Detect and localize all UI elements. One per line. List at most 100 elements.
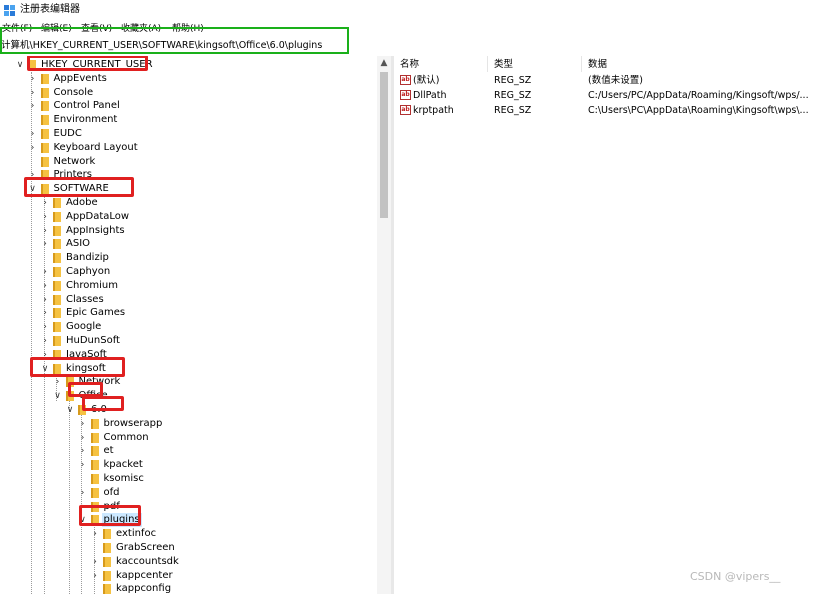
tree-scrollbar[interactable]: ▲ <box>377 56 391 594</box>
folder-icon <box>103 529 111 540</box>
folder-icon <box>53 253 61 264</box>
tree-item-label: AppInsights <box>66 224 125 236</box>
chevron-right-icon[interactable]: › <box>90 555 100 569</box>
tree-item-label: ASIO <box>66 238 91 250</box>
chevron-right-icon[interactable]: › <box>28 127 38 141</box>
tree-item-label: kaccountsdk <box>116 555 179 567</box>
string-value-icon: ab <box>400 90 411 100</box>
value-data: C:/Users/PC/AppData/Roaming/Kingsoft/wps… <box>588 90 809 101</box>
chevron-right-icon[interactable]: › <box>53 375 63 389</box>
chevron-right-icon[interactable]: › <box>40 224 50 238</box>
folder-icon <box>40 129 49 139</box>
folder-icon <box>40 101 49 112</box>
value-name: krptpath <box>413 105 454 116</box>
folder-icon <box>90 446 99 457</box>
tree-item-label: kappconfig <box>116 583 172 594</box>
chevron-right-icon[interactable]: › <box>90 527 100 541</box>
value-data: C:\Users\PC\AppData\Roaming\Kingsoft\wps… <box>588 105 809 116</box>
folder-icon <box>103 543 111 553</box>
red-highlight-box <box>68 382 103 397</box>
chevron-right-icon[interactable]: › <box>40 279 50 293</box>
string-value-icon: ab <box>400 105 411 115</box>
column-separator[interactable] <box>581 56 582 72</box>
tree-item-label: ofd <box>103 486 120 498</box>
folder-icon <box>53 308 61 319</box>
chevron-right-icon[interactable]: › <box>28 72 38 86</box>
chevron-down-icon[interactable]: ∨ <box>53 389 63 403</box>
title-bar: 注册表编辑器 <box>0 0 831 22</box>
folder-icon <box>53 239 61 250</box>
tree-item-label: et <box>103 445 114 457</box>
tree-item-label: Environment <box>53 114 118 126</box>
folder-icon <box>90 460 99 471</box>
column-separator[interactable] <box>487 56 488 72</box>
folder-icon <box>103 570 111 581</box>
tree-item-label: Common <box>103 431 149 443</box>
registry-key-tree[interactable]: ∨ HKEY_CURRENT_USER › AppEvents › Console › Con… <box>0 56 380 594</box>
tree-item-label: HuDunSoft <box>66 335 120 346</box>
chevron-right-icon[interactable]: › <box>40 196 50 210</box>
folder-icon <box>53 336 61 346</box>
chevron-right-icon[interactable]: › <box>40 334 50 348</box>
tree-item-label: Adobe <box>66 197 98 208</box>
value-row[interactable]: ab DllPath REG_SZ C:/Users/PC/AppData/Ro… <box>395 88 831 103</box>
red-highlight-box <box>27 56 148 71</box>
tree-item-label: Epic Games <box>66 307 126 319</box>
value-row[interactable]: ab (默认) REG_SZ (数值未设置) <box>395 73 831 88</box>
column-header-type[interactable]: 类型 <box>494 59 513 71</box>
column-header-name[interactable]: 名称 <box>400 59 419 71</box>
tree-item-label: Console <box>53 86 94 98</box>
value-name: (默认) <box>413 75 440 86</box>
folder-icon <box>40 115 49 126</box>
value-row[interactable]: ab krptpath REG_SZ C:\Users\PC\AppData\R… <box>395 103 831 118</box>
red-highlight-box <box>24 177 134 197</box>
tree-item-label: kpacket <box>103 459 143 471</box>
folder-icon <box>90 432 99 443</box>
chevron-right-icon[interactable]: › <box>78 486 88 500</box>
chevron-right-icon[interactable]: › <box>78 444 88 458</box>
scroll-up-arrow-icon[interactable]: ▲ <box>377 56 391 70</box>
tree-item-label: EUDC <box>53 128 82 139</box>
chevron-right-icon[interactable]: › <box>28 141 38 155</box>
folder-icon <box>40 142 49 153</box>
red-highlight-box <box>82 396 124 411</box>
chevron-down-icon[interactable]: ∨ <box>65 403 75 417</box>
folder-icon <box>53 322 61 333</box>
tree-item-label: Chromium <box>66 279 118 291</box>
folder-icon <box>53 280 61 291</box>
column-header-data[interactable]: 数据 <box>588 59 607 71</box>
chevron-right-icon[interactable]: › <box>28 99 38 113</box>
tree-item-label: browserapp <box>103 417 163 429</box>
watermark: CSDN @vipers__ <box>690 570 781 583</box>
registry-editor-icon <box>4 5 15 16</box>
chevron-right-icon[interactable]: › <box>40 210 50 224</box>
folder-icon <box>53 225 61 236</box>
chevron-right-icon[interactable]: › <box>40 306 50 320</box>
tree-item-label: ksomisc <box>103 473 144 484</box>
red-highlight-box <box>79 505 141 526</box>
chevron-right-icon[interactable]: › <box>90 569 100 583</box>
pane-splitter[interactable] <box>391 56 394 594</box>
value-name: DllPath <box>413 90 447 101</box>
chevron-right-icon[interactable]: › <box>40 265 50 279</box>
chevron-right-icon[interactable]: › <box>40 237 50 251</box>
chevron-right-icon[interactable]: › <box>28 86 38 100</box>
scroll-thumb[interactable] <box>380 72 388 218</box>
folder-icon <box>40 87 49 98</box>
chevron-right-icon[interactable]: › <box>78 458 88 472</box>
window-title: 注册表编辑器 <box>20 4 80 15</box>
value-type: REG_SZ <box>494 90 532 101</box>
chevron-right-icon[interactable]: › <box>78 417 88 431</box>
chevron-right-icon[interactable]: › <box>78 431 88 445</box>
chevron-right-icon[interactable]: › <box>40 320 50 334</box>
chevron-right-icon[interactable]: › <box>40 293 50 307</box>
folder-icon <box>53 267 61 277</box>
folder-icon <box>40 156 49 167</box>
folder-icon <box>103 556 111 567</box>
value-list[interactable]: 名称 类型 数据 ab (默认) REG_SZ (数值未设置) ab DllPa… <box>395 56 831 594</box>
chevron-down-icon[interactable]: ∨ <box>15 58 25 72</box>
